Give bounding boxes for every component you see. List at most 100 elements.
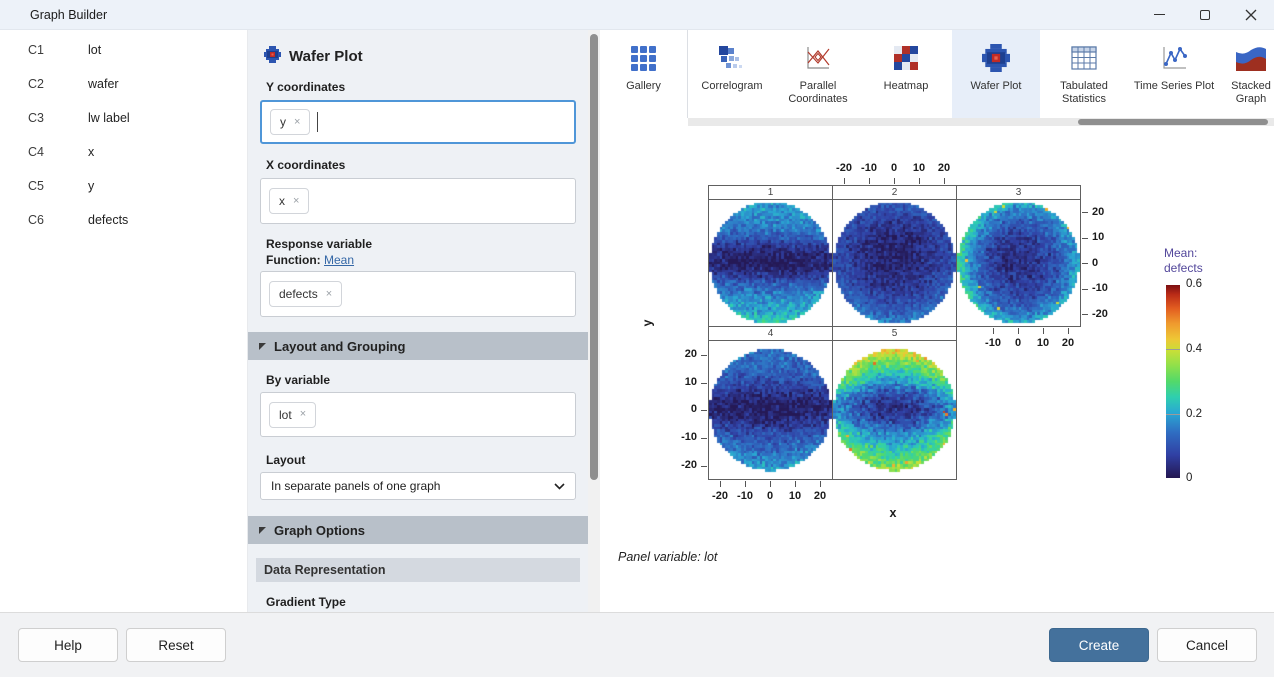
legend-value: 0 — [1186, 472, 1216, 484]
y-tick-label: 20 — [663, 348, 697, 360]
wafer-panel-3: 3 — [956, 185, 1081, 327]
column-id: C3 — [28, 111, 88, 125]
window-titlebar: Graph Builder — [0, 0, 1274, 30]
tab-parallel-coordinates[interactable]: Parallel Coordinates — [776, 30, 860, 118]
y-tick-label: -10 — [1092, 282, 1126, 294]
chip-label: lot — [279, 408, 292, 422]
tab-label: Tabulated Statistics — [1040, 80, 1128, 106]
y-tick-label: 20 — [1092, 206, 1126, 218]
window-title: Graph Builder — [0, 8, 107, 22]
x-tick-label: 20 — [1051, 337, 1085, 349]
response-variable-dropzone[interactable]: defects × — [260, 271, 576, 317]
reset-button[interactable]: Reset — [126, 628, 226, 662]
y-tick-label: 10 — [1092, 231, 1126, 243]
window-controls — [1136, 0, 1274, 30]
settings-title-row: Wafer Plot — [248, 30, 588, 66]
y-tick-label: 10 — [663, 376, 697, 388]
tab-stacked-graph[interactable]: Stacked Graph — [1220, 30, 1274, 118]
column-row-lw-label[interactable]: C3lw label — [0, 101, 247, 135]
time-series-plot-icon — [1160, 43, 1188, 73]
wafer-plot-icon — [982, 43, 1010, 73]
variable-chip-x[interactable]: x × — [269, 188, 309, 214]
column-id: C2 — [28, 77, 88, 91]
remove-icon[interactable]: × — [326, 289, 332, 300]
layout-grouping-section-header[interactable]: Layout and Grouping — [248, 332, 588, 360]
column-name: defects — [88, 213, 128, 227]
scrollbar-thumb[interactable] — [590, 34, 598, 480]
column-id: C6 — [28, 213, 88, 227]
tabulated-statistics-icon — [1071, 43, 1097, 73]
help-button[interactable]: Help — [18, 628, 118, 662]
chip-label: defects — [279, 287, 318, 301]
variable-chip-lot[interactable]: lot × — [269, 402, 316, 428]
tab-label: Heatmap — [884, 80, 929, 93]
column-row-y[interactable]: C5y — [0, 169, 247, 203]
tab-label: Gallery — [626, 80, 661, 93]
settings-vertical-scrollbar[interactable] — [588, 30, 600, 612]
tab-correlogram[interactable]: Correlogram — [688, 30, 776, 118]
tab-wafer-plot[interactable]: Wafer Plot — [952, 30, 1040, 118]
x-coordinates-dropzone[interactable]: x × — [260, 178, 576, 224]
layout-select-value: In separate panels of one graph — [271, 479, 440, 493]
tab-label: Wafer Plot — [971, 80, 1022, 93]
create-button[interactable]: Create — [1049, 628, 1149, 662]
y-axis-label: y — [640, 320, 654, 327]
data-representation-header: Data Representation — [256, 558, 580, 582]
panel-header: 4 — [709, 327, 832, 341]
y-coordinates-dropzone[interactable]: y × — [260, 100, 576, 144]
wafer-plot-canvas-area: -20 -10 0 10 20 1 2 3 4 5 — [600, 126, 1274, 612]
variable-chip-defects[interactable]: defects × — [269, 281, 342, 307]
scrollbar-thumb[interactable] — [1078, 119, 1268, 125]
gallery-icon — [630, 43, 658, 73]
wafer-plot-settings-panel: Wafer Plot Y coordinates y × X coordinat… — [248, 30, 588, 612]
x-tick-label: 20 — [927, 162, 961, 174]
column-name: lot — [88, 43, 101, 57]
function-label: Function: — [266, 253, 321, 267]
close-button[interactable] — [1228, 0, 1274, 30]
gradient-type-label: Gradient Type — [266, 595, 588, 609]
remove-icon[interactable]: × — [300, 409, 306, 420]
graph-options-section-header[interactable]: Graph Options — [248, 516, 588, 544]
column-row-defects[interactable]: C6defects — [0, 203, 247, 237]
graph-pane: Gallery Correlogram — [600, 30, 1274, 612]
y-coordinates-label: Y coordinates — [266, 80, 588, 94]
remove-icon[interactable]: × — [293, 196, 299, 207]
chevron-down-icon — [554, 483, 565, 490]
column-row-lot[interactable]: C1lot — [0, 33, 247, 67]
by-variable-dropzone[interactable]: lot × — [260, 392, 576, 437]
cancel-button[interactable]: Cancel — [1157, 628, 1257, 662]
panel-header: 2 — [833, 186, 956, 200]
panel-header: 3 — [957, 186, 1080, 200]
column-row-x[interactable]: C4x — [0, 135, 247, 169]
chip-label: y — [280, 115, 286, 129]
layout-label: Layout — [266, 453, 588, 467]
wafer-heatmap-5 — [833, 341, 956, 479]
tab-label: Correlogram — [701, 80, 762, 93]
panel-header: 1 — [709, 186, 832, 200]
legend-subtitle: defects — [1164, 261, 1203, 275]
section-header-label: Layout and Grouping — [274, 339, 405, 354]
tab-tabulated-statistics[interactable]: Tabulated Statistics — [1040, 30, 1128, 118]
function-mean-link[interactable]: Mean — [324, 253, 354, 267]
tab-label: Stacked Graph — [1220, 80, 1274, 106]
remove-icon[interactable]: × — [294, 117, 300, 128]
y-tick-label: -20 — [663, 459, 697, 471]
layout-select[interactable]: In separate panels of one graph — [260, 472, 576, 500]
y-tick-label: -10 — [663, 431, 697, 443]
toolbar-horizontal-scrollbar[interactable] — [688, 118, 1274, 126]
legend-value: 0.6 — [1186, 278, 1216, 290]
variable-chip-y[interactable]: y × — [270, 109, 310, 135]
parallel-coordinates-icon — [804, 43, 832, 73]
panel-variable-note: Panel variable: lot — [618, 550, 717, 564]
wafer-heatmap-2 — [833, 200, 956, 326]
tab-time-series-plot[interactable]: Time Series Plot — [1128, 30, 1220, 118]
tab-gallery[interactable]: Gallery — [600, 30, 688, 118]
maximize-button[interactable] — [1182, 0, 1228, 30]
column-row-wafer[interactable]: C2wafer — [0, 67, 247, 101]
correlogram-icon — [718, 43, 746, 73]
tab-heatmap[interactable]: Heatmap — [860, 30, 952, 118]
y-tick-label: 0 — [663, 403, 697, 415]
minimize-button[interactable] — [1136, 0, 1182, 30]
minimize-icon — [1154, 14, 1165, 15]
wafer-heatmap-3 — [957, 200, 1080, 326]
